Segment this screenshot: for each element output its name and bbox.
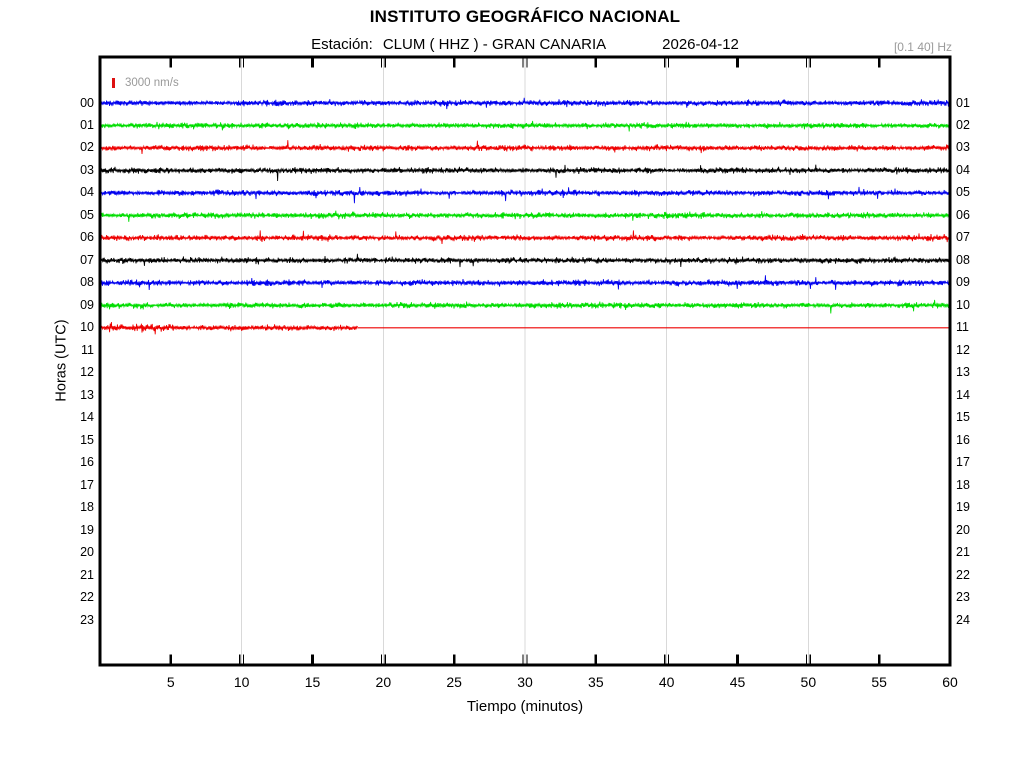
right-hour-label-20: 20 [956,522,970,537]
right-hour-label-02: 02 [956,117,970,132]
left-hour-label-03: 03 [80,162,94,177]
left-hour-label-22: 22 [80,590,94,605]
y-axis-title: Horas (UTC) [53,319,70,402]
left-hour-label-21: 21 [80,567,94,582]
right-hour-label-24: 24 [956,612,970,627]
x-tick-label-15: 15 [304,674,321,690]
x-tick-label-10: 10 [233,674,250,690]
right-hour-label-21: 21 [956,545,970,560]
helicorder-plot [98,55,952,667]
right-hour-label-04: 04 [956,162,970,177]
x-tick-label-60: 60 [942,674,958,690]
right-hour-label-07: 07 [956,230,970,245]
right-hour-label-09: 09 [956,275,970,290]
left-hour-label-00: 00 [80,95,94,110]
seismic-trace-hour-10 [99,321,358,335]
left-hour-label-08: 08 [80,275,94,290]
left-hour-label-04: 04 [80,185,94,200]
right-hour-label-16: 16 [956,432,970,447]
left-hour-label-02: 02 [80,140,94,155]
x-tick-label-45: 45 [729,674,746,690]
left-hour-label-20: 20 [80,545,94,560]
right-hour-label-06: 06 [956,207,970,222]
right-hour-label-03: 03 [956,140,970,155]
right-hour-label-01: 01 [956,95,970,110]
left-hour-label-19: 19 [80,522,94,537]
x-tick-label-40: 40 [658,674,675,690]
left-hour-label-15: 15 [80,432,94,447]
left-hour-label-07: 07 [80,252,94,267]
x-axis-title: Tiempo (minutos) [466,698,584,715]
x-tick-label-30: 30 [517,674,533,690]
helicorder-page: INSTITUTO GEOGRÁFICO NACIONAL Estación: … [0,0,1024,768]
left-hour-label-23: 23 [80,612,94,627]
left-hour-label-16: 16 [80,455,94,470]
scale-label: 3000 nm/s [125,77,179,89]
right-hour-label-08: 08 [956,252,970,267]
right-hour-label-13: 13 [956,365,970,380]
right-hour-label-14: 14 [956,387,970,402]
x-tick-label-55: 55 [871,674,887,690]
amplitude-scale-legend: 3000 nm/s [112,77,179,89]
left-hour-label-18: 18 [80,500,94,515]
x-tick-label-20: 20 [375,674,392,690]
left-hour-label-17: 17 [80,477,94,492]
x-tick-label-50: 50 [800,674,817,690]
left-hour-label-06: 06 [80,230,94,245]
x-tick-label-5: 5 [166,674,175,690]
right-hour-label-05: 05 [956,185,970,200]
right-hour-label-17: 17 [956,455,970,470]
right-hour-label-12: 12 [956,342,970,357]
right-hour-label-19: 19 [956,500,970,515]
x-tick-label-25: 25 [446,674,462,690]
right-hour-label-15: 15 [956,410,970,425]
left-hour-label-05: 05 [80,207,94,222]
right-hour-label-18: 18 [956,477,970,492]
right-hour-label-22: 22 [956,567,970,582]
scale-tick-icon [112,78,115,88]
right-hour-label-23: 23 [956,590,970,605]
right-hour-label-10: 10 [956,297,970,312]
left-hour-label-01: 01 [80,117,94,132]
right-hour-label-11: 11 [956,320,969,335]
x-tick-label-35: 35 [588,674,604,690]
